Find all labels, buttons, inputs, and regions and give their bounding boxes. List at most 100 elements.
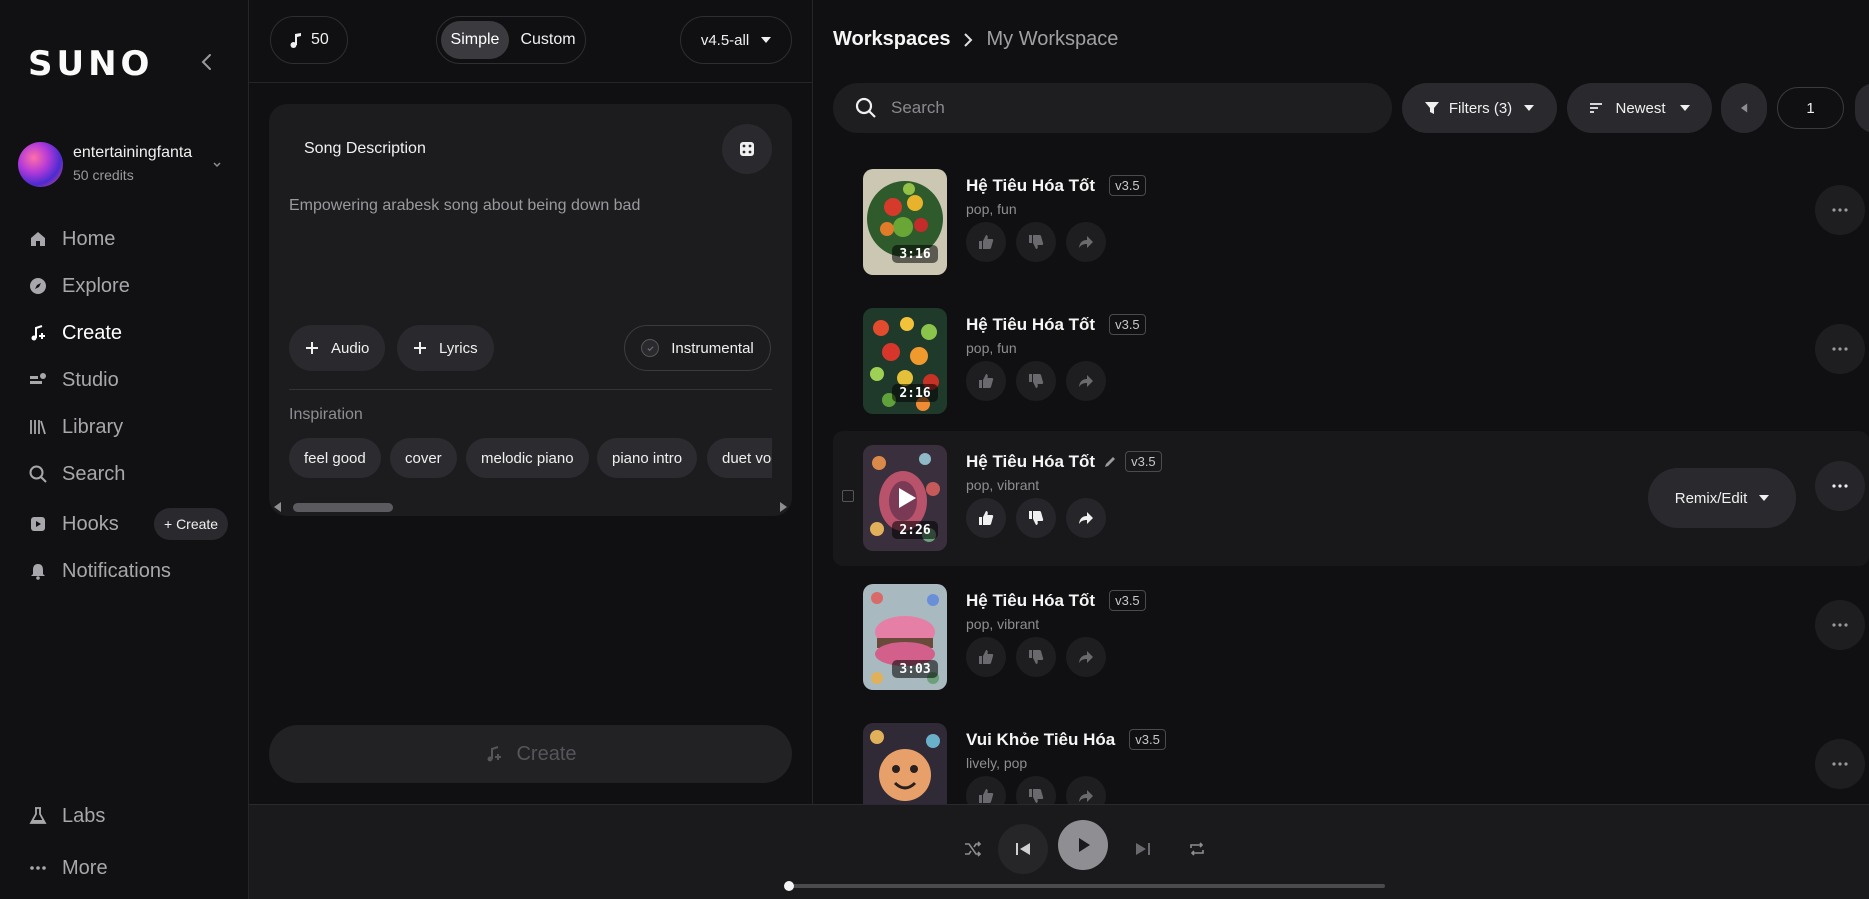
- breadcrumb-workspaces[interactable]: Workspaces: [833, 28, 950, 51]
- song-row[interactable]: 3:16 Hệ Tiêu Hóa Tốt v3.5 pop, fun: [833, 155, 1869, 290]
- add-lyrics-button[interactable]: Lyrics: [397, 325, 494, 371]
- credits-pill[interactable]: 50: [270, 16, 348, 64]
- scrollbar-thumb[interactable]: [293, 503, 393, 512]
- nav-home[interactable]: Home: [28, 223, 115, 255]
- like-button[interactable]: [966, 498, 1006, 538]
- like-button[interactable]: [966, 222, 1006, 262]
- play-button[interactable]: [1058, 820, 1108, 870]
- like-button[interactable]: [966, 776, 1006, 804]
- song-cover[interactable]: 2:16: [863, 308, 947, 414]
- previous-button[interactable]: [998, 824, 1048, 874]
- share-button[interactable]: [1066, 222, 1106, 262]
- dislike-button[interactable]: [1016, 222, 1056, 262]
- username[interactable]: entertainingfanta: [73, 144, 192, 162]
- share-button[interactable]: [1066, 776, 1106, 804]
- inspiration-chip[interactable]: feel good: [289, 438, 381, 478]
- repeat-button[interactable]: [1179, 831, 1215, 867]
- model-select[interactable]: v4.5-all: [680, 16, 792, 64]
- song-cover[interactable]: [863, 723, 947, 804]
- avatar[interactable]: [18, 142, 63, 187]
- version-badge: v3.5: [1109, 590, 1146, 611]
- more-options-button[interactable]: [1815, 739, 1865, 789]
- song-tags[interactable]: pop, vibrant: [966, 616, 1039, 632]
- share-button[interactable]: [1066, 637, 1106, 677]
- next-button[interactable]: [1118, 824, 1168, 874]
- song-tags[interactable]: pop, vibrant: [966, 477, 1039, 493]
- more-options-button[interactable]: [1815, 461, 1865, 511]
- song-cover[interactable]: 2:26: [863, 445, 947, 551]
- progress-handle[interactable]: [784, 881, 794, 891]
- more-options-button[interactable]: [1815, 600, 1865, 650]
- play-icon[interactable]: [893, 485, 919, 511]
- search-input[interactable]: [891, 98, 1331, 118]
- scroll-right-icon[interactable]: [778, 502, 788, 512]
- song-title[interactable]: Hệ Tiêu Hóa Tốt v3.5: [966, 175, 1146, 196]
- inspiration-chip[interactable]: cover: [390, 438, 457, 478]
- progress-track[interactable]: [790, 884, 1385, 888]
- dislike-button[interactable]: [1016, 637, 1056, 677]
- dislike-button[interactable]: [1016, 776, 1056, 804]
- inspiration-chip[interactable]: duet vocals: [707, 438, 772, 478]
- nav-create[interactable]: Create: [28, 317, 122, 349]
- inspiration-chip[interactable]: piano intro: [597, 438, 698, 478]
- nav-labs[interactable]: Labs: [28, 800, 105, 832]
- collapse-sidebar-icon[interactable]: [197, 50, 217, 74]
- filter-icon: [1424, 102, 1439, 114]
- song-row[interactable]: Vui Khỏe Tiêu Hóa v3.5 lively, pop: [833, 709, 1869, 804]
- song-row[interactable]: 3:03 Hệ Tiêu Hóa Tốt v3.5 pop, vibrant: [833, 570, 1869, 705]
- row-checkbox[interactable]: [842, 490, 854, 502]
- mode-custom-tab[interactable]: Custom: [513, 21, 583, 59]
- like-button[interactable]: [966, 361, 1006, 401]
- like-button[interactable]: [966, 637, 1006, 677]
- more-options-button[interactable]: [1815, 185, 1865, 235]
- sort-button[interactable]: Newest: [1567, 83, 1712, 133]
- shuffle-button[interactable]: [955, 831, 991, 867]
- pencil-icon[interactable]: [1103, 455, 1117, 469]
- song-title[interactable]: Hệ Tiêu Hóa Tốt v3.5: [966, 590, 1146, 611]
- nav-hooks[interactable]: Hooks: [28, 508, 119, 540]
- page-number-input[interactable]: 1: [1777, 87, 1844, 129]
- more-options-button[interactable]: [1815, 324, 1865, 374]
- nav-more[interactable]: More: [28, 852, 108, 884]
- version-badge: v3.5: [1129, 729, 1166, 750]
- dislike-button[interactable]: [1016, 361, 1056, 401]
- add-lyrics-label: Lyrics: [439, 339, 478, 357]
- inspiration-chip[interactable]: melodic piano: [466, 438, 589, 478]
- suno-logo[interactable]: SUNO: [28, 44, 153, 84]
- song-tags[interactable]: pop, fun: [966, 340, 1017, 356]
- song-row[interactable]: 2:26 Hệ Tiêu Hóa Tốt v3.5 pop, vibrant R…: [833, 431, 1869, 566]
- prev-page-button[interactable]: [1721, 83, 1767, 133]
- chips-scrollbar[interactable]: [273, 500, 788, 514]
- song-description-input[interactable]: Empowering arabesk song about being down…: [289, 197, 640, 215]
- song-cover[interactable]: 3:03: [863, 584, 947, 690]
- nav-notifications[interactable]: Notifications: [28, 555, 171, 587]
- filters-label: Filters (3): [1448, 99, 1513, 117]
- song-cover[interactable]: 3:16: [863, 169, 947, 275]
- nav-studio[interactable]: Studio: [28, 364, 119, 396]
- dislike-button[interactable]: [1016, 498, 1056, 538]
- song-row[interactable]: 2:16 Hệ Tiêu Hóa Tốt v3.5 pop, fun: [833, 294, 1869, 429]
- song-tags[interactable]: pop, fun: [966, 201, 1017, 217]
- song-title[interactable]: Vui Khỏe Tiêu Hóa v3.5: [966, 729, 1166, 750]
- song-title[interactable]: Hệ Tiêu Hóa Tốt v3.5: [966, 451, 1162, 472]
- remix-edit-button[interactable]: Remix/Edit: [1648, 468, 1796, 528]
- mode-simple-tab[interactable]: Simple: [441, 21, 509, 59]
- song-tags[interactable]: lively, pop: [966, 755, 1027, 771]
- nav-search[interactable]: Search: [28, 458, 125, 490]
- instrumental-toggle[interactable]: Instrumental: [624, 325, 771, 371]
- next-page-button[interactable]: [1855, 83, 1869, 133]
- nav-explore[interactable]: Explore: [28, 270, 130, 302]
- random-prompt-button[interactable]: [722, 124, 772, 174]
- panel-divider-line: [249, 82, 812, 83]
- share-button[interactable]: [1066, 361, 1106, 401]
- scroll-left-icon[interactable]: [273, 502, 283, 512]
- nav-library[interactable]: Library: [28, 411, 123, 443]
- song-title[interactable]: Hệ Tiêu Hóa Tốt v3.5: [966, 314, 1146, 335]
- add-audio-button[interactable]: Audio: [289, 325, 386, 371]
- chevron-down-icon[interactable]: [211, 158, 223, 170]
- hooks-create-button[interactable]: + Create: [154, 508, 229, 540]
- share-button[interactable]: [1066, 498, 1106, 538]
- version-badge: v3.5: [1109, 314, 1146, 335]
- create-button[interactable]: Create: [269, 725, 792, 783]
- filters-button[interactable]: Filters (3): [1402, 83, 1557, 133]
